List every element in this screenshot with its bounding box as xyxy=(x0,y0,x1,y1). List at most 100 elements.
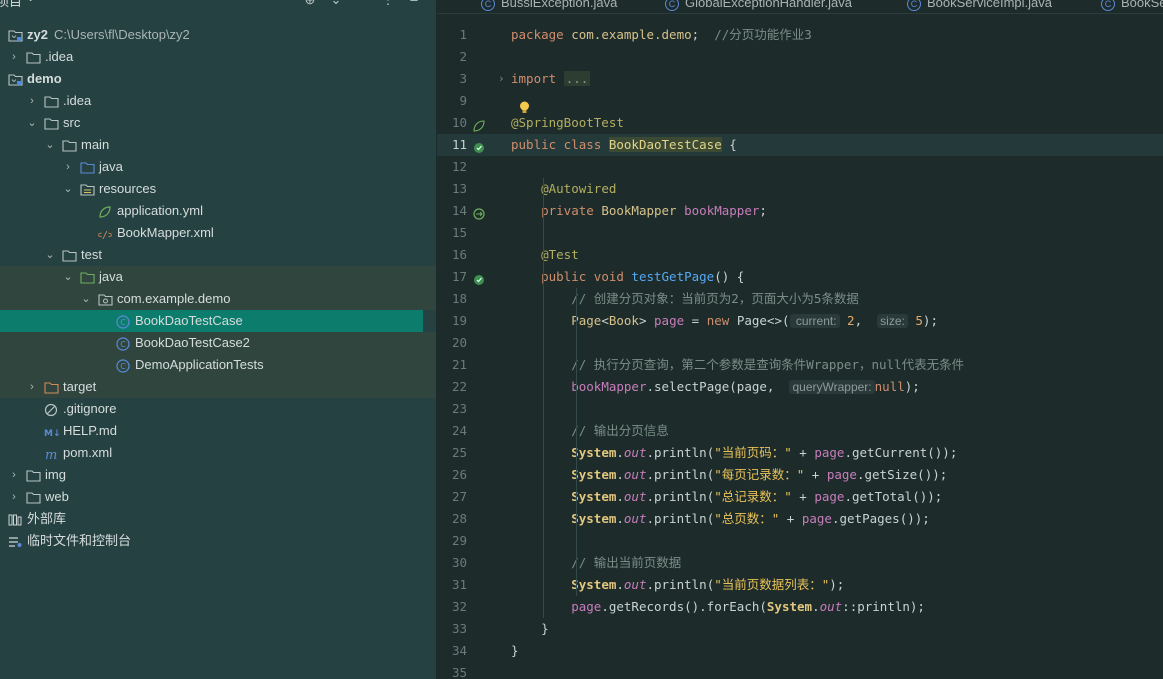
spring-bean-icon[interactable] xyxy=(473,117,485,132)
tree-item-zy2[interactable]: ⌄ zy2 C:\Users\fl\Desktop\zy2 xyxy=(0,24,436,46)
code-line[interactable]: 10 @SpringBootTest xyxy=(437,112,1163,134)
tree-item-main[interactable]: ⌄ main xyxy=(0,134,436,156)
tree-item-src[interactable]: ⌄ src xyxy=(0,112,436,134)
editor-tab[interactable]: C BookSe xyxy=(1101,0,1163,14)
code-line[interactable]: 2 xyxy=(437,46,1163,68)
chevron-right-icon[interactable]: › xyxy=(26,376,38,398)
folder-icon xyxy=(26,50,41,64)
code-line[interactable]: 29 xyxy=(437,530,1163,552)
tree-item-bookdaotestcase2[interactable]: C BookDaoTestCase2 xyxy=(0,332,436,354)
chevron-down-icon[interactable]: ⌄ xyxy=(80,288,92,310)
tree-item-label: application.yml xyxy=(117,200,203,222)
run-test-icon[interactable] xyxy=(473,139,485,153)
code-line[interactable]: 14 private BookMapper bookMapper; xyxy=(437,200,1163,222)
target-icon[interactable]: ⊕ xyxy=(302,0,318,8)
code-line[interactable]: 34} xyxy=(437,640,1163,662)
editor-tab[interactable]: C GlobalExceptionHandler.java xyxy=(665,0,852,14)
tree-item-target[interactable]: › target xyxy=(0,376,436,398)
tree-item-application-yml[interactable]: application.yml xyxy=(0,200,436,222)
tree-item-idea-root[interactable]: › .idea xyxy=(0,46,436,68)
chevron-down-icon[interactable]: ⌄ xyxy=(44,244,56,266)
tree-item-bookmapper-xml[interactable]: </> BookMapper.xml xyxy=(0,222,436,244)
code-token: page xyxy=(801,511,832,526)
chevron-right-icon[interactable]: › xyxy=(8,486,20,508)
tree-item-gitignore[interactable]: .gitignore xyxy=(0,398,436,420)
chevron-down-icon[interactable]: ⌄ xyxy=(62,266,74,288)
chevron-down-icon[interactable]: ⌄ xyxy=(44,134,56,156)
tree-item-test[interactable]: ⌄ test xyxy=(0,244,436,266)
code-text: import ... xyxy=(511,68,591,90)
code-text: private BookMapper bookMapper; xyxy=(511,200,767,222)
tree-item-demoapplicationtests[interactable]: C DemoApplicationTests xyxy=(0,354,436,376)
fold-toggle-icon[interactable]: › xyxy=(498,68,505,90)
code-text: System.out.println("当前页数据列表："); xyxy=(511,574,844,596)
chevron-down-icon[interactable]: ⌄ xyxy=(26,112,38,134)
chevron-down-icon[interactable]: ⌄ xyxy=(62,178,74,200)
code-line[interactable]: 3 › import ... xyxy=(437,68,1163,90)
code-line[interactable]: 21 // 执行分页查询，第二个参数是查询条件Wrapper，null代表无条件 xyxy=(437,354,1163,376)
tree-item-web[interactable]: › web xyxy=(0,486,436,508)
code-line[interactable]: 28 System.out.println("总页数：" + page.getP… xyxy=(437,508,1163,530)
code-line[interactable]: 18 // 创建分页对象：当前页为2，页面大小为5条数据 xyxy=(437,288,1163,310)
code-token: .getCurrent()); xyxy=(844,445,958,460)
chevron-right-icon[interactable]: › xyxy=(26,90,38,112)
code-editor[interactable]: C BussiException.java C GlobalExceptionHand… xyxy=(437,0,1163,679)
code-line[interactable]: 31 System.out.println("当前页数据列表："); xyxy=(437,574,1163,596)
tree-item-bookdaotestcase[interactable]: C BookDaoTestCase xyxy=(0,310,423,332)
code-line[interactable]: 13 @Autowired xyxy=(437,178,1163,200)
tree-item-package[interactable]: ⌄ com.example.demo xyxy=(0,288,436,310)
chevron-right-icon[interactable]: › xyxy=(8,46,20,68)
tree-item-img[interactable]: › img xyxy=(0,464,436,486)
chevron-right-icon[interactable]: › xyxy=(8,464,20,486)
code-line[interactable]: 19 Page<Book> page = new Page<>( current… xyxy=(437,310,1163,332)
project-view-selector[interactable]: 项目 ⌄ xyxy=(0,0,35,10)
code-line[interactable]: 27 System.out.println("总记录数：" + page.get… xyxy=(437,486,1163,508)
tree-item-resources[interactable]: ⌄ resources xyxy=(0,178,436,200)
tree-item-demo[interactable]: ⌄ demo xyxy=(0,68,436,90)
collapse-icon[interactable]: ⌃ xyxy=(354,0,370,8)
tree-item-text: HELP.md xyxy=(63,423,117,438)
code-line[interactable]: 15 xyxy=(437,222,1163,244)
code-line[interactable]: 26 System.out.println("每页记录数：" + page.ge… xyxy=(437,464,1163,486)
code-line[interactable]: 22 bookMapper.selectPage(page, queryWrap… xyxy=(437,376,1163,398)
editor-tab[interactable]: C BookServiceImpl.java xyxy=(907,0,1052,14)
tree-item-text: DemoApplicationTests xyxy=(135,357,264,372)
code-line[interactable]: 35 xyxy=(437,662,1163,679)
code-line[interactable]: 12 xyxy=(437,156,1163,178)
code-line[interactable]: 16 @Test xyxy=(437,244,1163,266)
tree-item-java-test[interactable]: ⌄ java xyxy=(0,266,436,288)
tree-item-pom-xml[interactable]: m pom.xml xyxy=(0,442,436,464)
tree-item-help-md[interactable]: M↓ HELP.md xyxy=(0,420,436,442)
code-line[interactable]: 9 xyxy=(437,90,1163,112)
tree-item-label: resources xyxy=(99,178,156,200)
tree-item-java-main[interactable]: › java xyxy=(0,156,436,178)
code-line[interactable]: 23 xyxy=(437,398,1163,420)
code-line[interactable]: 33 } xyxy=(437,618,1163,640)
code-line[interactable]: 1 package com.example.demo; //分页功能作业3 xyxy=(437,24,1163,46)
code-token: . xyxy=(616,489,624,504)
chevron-right-icon[interactable]: › xyxy=(62,156,74,178)
code-line[interactable]: 25 System.out.println("当前页码：" + page.get… xyxy=(437,442,1163,464)
minimize-icon[interactable]: – xyxy=(406,0,422,8)
code-line[interactable]: 32 page.getRecords().forEach(System.out:… xyxy=(437,596,1163,618)
code-line[interactable]: 20 xyxy=(437,332,1163,354)
autowired-icon[interactable] xyxy=(473,205,485,220)
code-line[interactable]: 24 // 输出分页信息 xyxy=(437,420,1163,442)
code-token: > xyxy=(638,313,655,328)
lightbulb-icon[interactable] xyxy=(519,101,530,115)
editor-tab[interactable]: C BussiException.java xyxy=(481,0,617,14)
more-icon[interactable]: ⋮ xyxy=(380,0,396,8)
run-test-icon[interactable] xyxy=(473,271,485,285)
code-token: out xyxy=(819,599,843,614)
code-line[interactable]: 11 public class BookDaoTestCase { xyxy=(437,134,1163,156)
code-token: out xyxy=(623,467,647,482)
code-line[interactable]: 17 public void testGetPage() { xyxy=(437,266,1163,288)
tree-item-external-libs[interactable]: 外部库 xyxy=(0,508,436,530)
tree-item-idea-demo[interactable]: › .idea xyxy=(0,90,436,112)
tree-item-scratches[interactable]: 临时文件和控制台 xyxy=(0,530,436,552)
code-line[interactable]: 30 // 输出当前页数据 xyxy=(437,552,1163,574)
tree-item-text: .idea xyxy=(63,93,92,108)
expand-icon[interactable]: ⌄ xyxy=(328,0,344,8)
code-token: . xyxy=(812,599,820,614)
